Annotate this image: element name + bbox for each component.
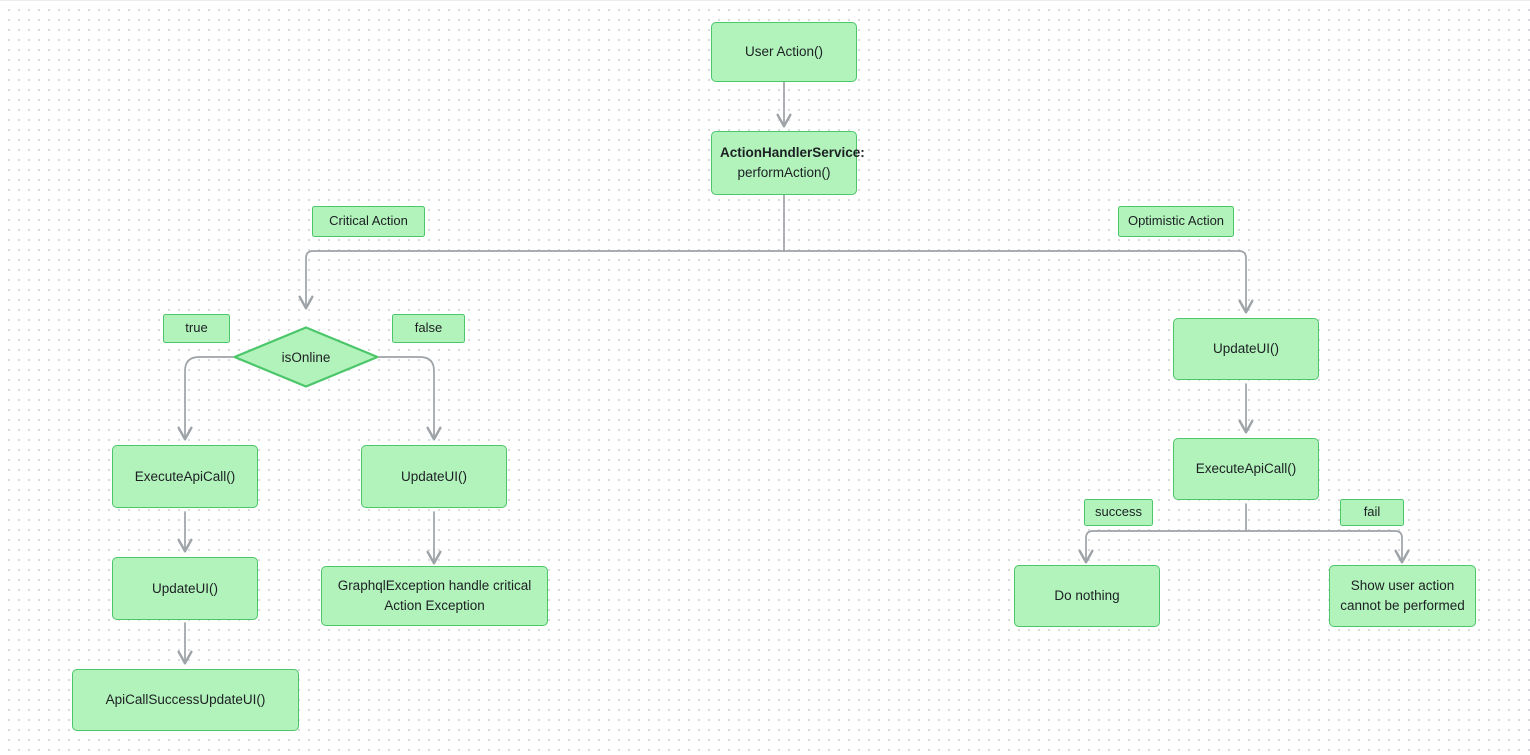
label-optimistic-action[interactable]: Optimistic Action <box>1118 206 1234 237</box>
edge-fail-to-show-user-action <box>1245 530 1410 564</box>
node-update-ui-true[interactable]: UpdateUI() <box>112 557 258 620</box>
edge-isonline-false <box>378 356 442 441</box>
label-false[interactable]: false <box>392 314 465 343</box>
node-show-user-action-cannot-be-performed[interactable]: Show user action cannot be performed <box>1329 565 1476 627</box>
edge-handler-to-isonline <box>298 250 785 310</box>
node-do-nothing-label: Do nothing <box>1054 588 1120 604</box>
node-execute-api-call-left[interactable]: ExecuteApiCall() <box>112 445 258 508</box>
node-show-user-action-line1: Show user action <box>1350 578 1455 594</box>
node-update-ui-false[interactable]: UpdateUI() <box>361 445 507 508</box>
edge-isonline-true <box>177 356 234 441</box>
node-graphql-exception[interactable]: GraphqlException handle critical Action … <box>321 566 548 626</box>
node-execute-api-call-right-label: ExecuteApiCall() <box>1195 461 1297 477</box>
node-show-user-action-line2: cannot be performed <box>1340 598 1465 613</box>
node-action-handler-subtitle: performAction() <box>737 165 831 180</box>
label-success-text: success <box>1095 504 1142 520</box>
flowchart-canvas[interactable]: User Action() ActionHandlerService: perf… <box>0 0 1530 755</box>
node-graphql-exception-line2: Action Exception <box>384 598 485 613</box>
node-update-ui-false-label: UpdateUI() <box>400 468 468 484</box>
label-optimistic-action-text: Optimistic Action <box>1127 213 1225 229</box>
node-action-handler-title: ActionHandlerService: <box>720 145 865 161</box>
node-do-nothing[interactable]: Do nothing <box>1014 565 1160 627</box>
node-isonline-decision[interactable]: isOnline <box>233 326 379 388</box>
node-graphql-exception-line1: GraphqlException handle critical <box>337 578 532 594</box>
label-fail[interactable]: fail <box>1340 499 1404 526</box>
label-fail-text: fail <box>1363 504 1381 520</box>
label-success[interactable]: success <box>1084 499 1153 526</box>
label-false-text: false <box>414 320 443 336</box>
edge-success-to-do-nothing <box>1078 530 1247 564</box>
node-execute-api-call-right[interactable]: ExecuteApiCall() <box>1173 438 1319 500</box>
node-api-call-success-update-ui-label: ApiCallSuccessUpdateUI() <box>105 692 266 708</box>
node-isonline-label: isOnline <box>281 349 331 365</box>
label-critical-action-text: Critical Action <box>329 213 408 229</box>
label-true-text: true <box>185 320 208 336</box>
node-api-call-success-update-ui[interactable]: ApiCallSuccessUpdateUI() <box>72 669 299 731</box>
node-update-ui-true-label: UpdateUI() <box>151 580 219 596</box>
node-user-action[interactable]: User Action() <box>711 22 857 82</box>
label-true[interactable]: true <box>163 314 230 343</box>
node-execute-api-call-left-label: ExecuteApiCall() <box>134 468 236 484</box>
node-action-handler-service[interactable]: ActionHandlerService: performAction() <box>711 131 865 195</box>
node-update-ui-optimistic-label: UpdateUI() <box>1212 341 1280 357</box>
edge-handler-to-updateui-optimistic <box>783 250 1254 314</box>
node-update-ui-optimistic[interactable]: UpdateUI() <box>1173 318 1319 380</box>
node-user-action-label: User Action() <box>744 44 824 60</box>
label-critical-action[interactable]: Critical Action <box>312 206 425 237</box>
